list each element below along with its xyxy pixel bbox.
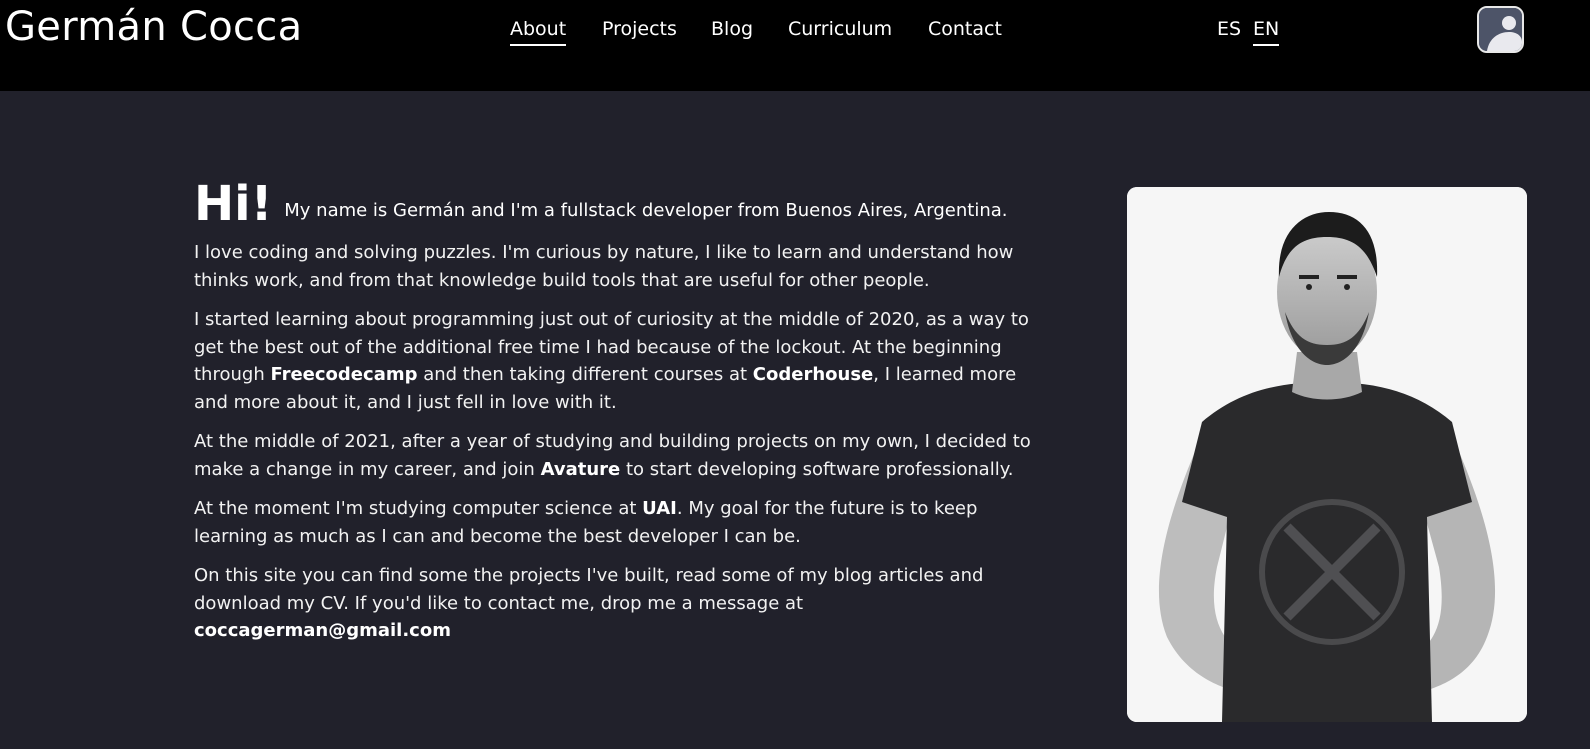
about-paragraph-1: I love coding and solving puzzles. I'm c… [194, 242, 1014, 291]
about-paragraph-2: I started learning about programming jus… [194, 309, 1029, 413]
nav-blog[interactable]: Blog [711, 17, 753, 41]
about-paragraph-3: At the middle of 2021, after a year of s… [194, 431, 1031, 480]
nav-curriculum[interactable]: Curriculum [788, 17, 892, 41]
freecodecamp-mention: Freecodecamp [270, 364, 418, 385]
profile-photo [1127, 187, 1527, 722]
intro-line: Hi! My name is Germán and I'm a fullstac… [194, 180, 1044, 228]
about-section: Hi! My name is Germán and I'm a fullstac… [194, 180, 1044, 657]
greeting-heading: Hi! [194, 176, 273, 232]
email-link[interactable]: coccagerman@gmail.com [194, 620, 451, 641]
intro-text: My name is Germán and I'm a fullstack de… [284, 200, 1008, 221]
nav-contact[interactable]: Contact [928, 17, 1002, 41]
uai-mention: UAI [642, 498, 677, 519]
top-navbar: Germán Cocca About Projects Blog Curricu… [0, 0, 1590, 91]
about-paragraph-5: On this site you can find some the proje… [194, 565, 984, 641]
nav-projects[interactable]: Projects [602, 17, 677, 41]
lang-es[interactable]: ES [1217, 17, 1241, 41]
about-paragraph-4: At the moment I'm studying computer scie… [194, 498, 978, 547]
avature-mention: Avature [540, 458, 621, 480]
coderhouse-mention: Coderhouse [752, 364, 874, 385]
user-avatar-icon[interactable] [1477, 6, 1524, 53]
nav-about[interactable]: About [510, 17, 567, 46]
brand-logo-link[interactable]: Germán Cocca [5, 2, 302, 52]
lang-en[interactable]: EN [1253, 17, 1280, 46]
